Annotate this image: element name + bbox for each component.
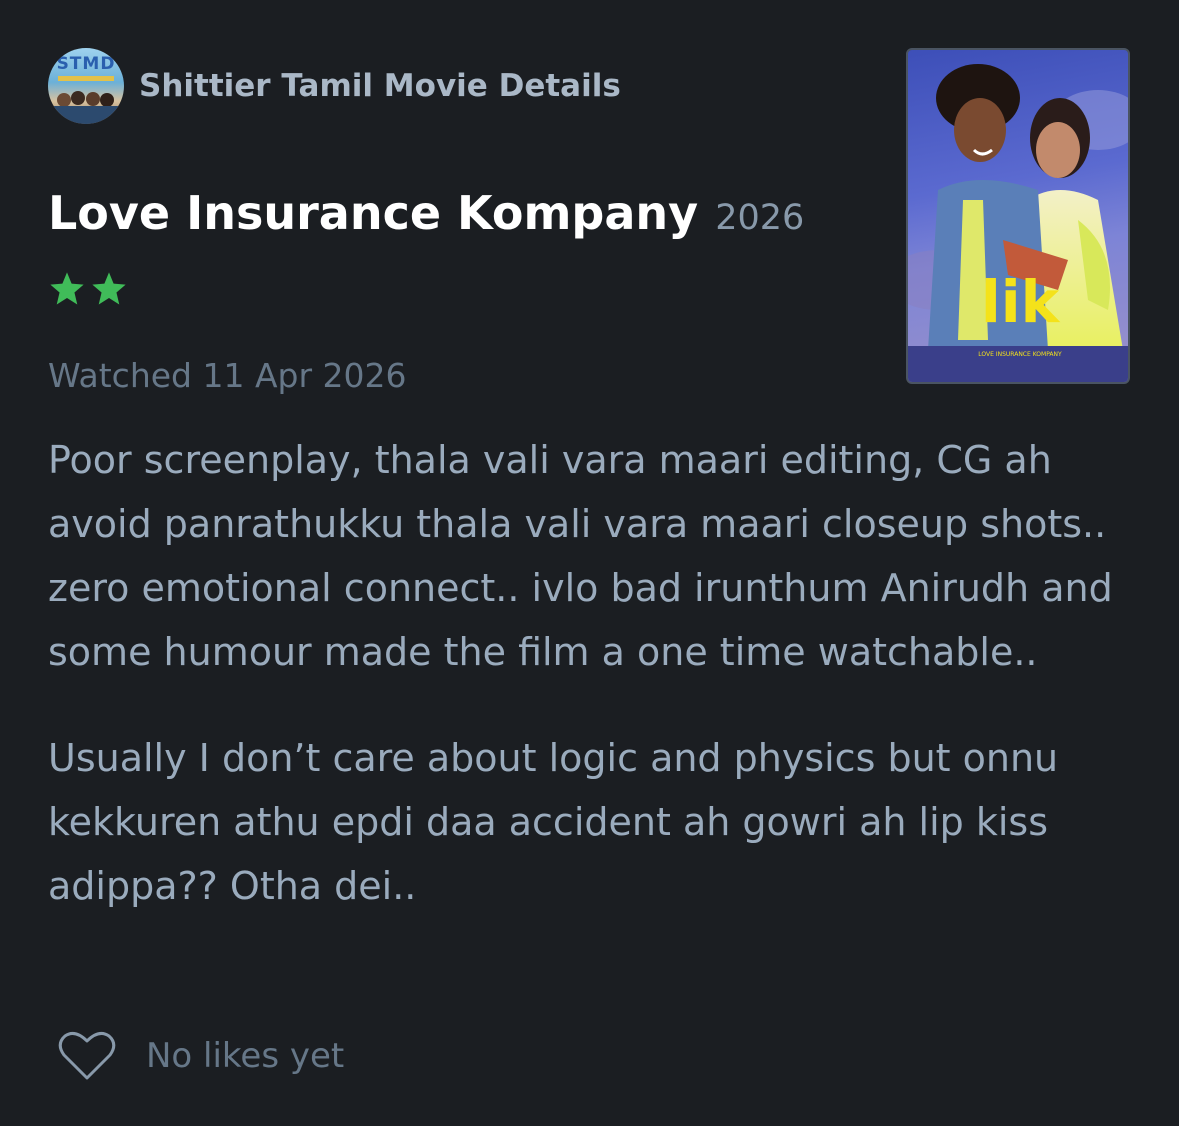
reviewer-name[interactable]: Shittier Tamil Movie Details [139,68,621,104]
heart-icon[interactable] [58,1030,116,1082]
poster-subtitle: LOVE INSURANCE KOMPANY [978,351,1062,358]
avatar-group-photo [54,76,118,124]
poster-artwork: lik LOVE INSURANCE KOMPANY [908,64,1128,382]
avatar[interactable]: STMD [48,48,124,124]
review-paragraph: Poor screenplay, thala vali vara maari e… [48,438,1113,674]
star-icon [92,272,126,305]
review-body: Poor screenplay, thala vali vara maari e… [48,428,1133,960]
review-paragraph: Usually I don’t care about logic and phy… [48,736,1059,908]
film-year[interactable]: 2026 [715,198,804,238]
film-poster[interactable]: lik LOVE INSURANCE KOMPANY [906,48,1130,384]
film-title-row[interactable]: Love Insurance Kompany 2026 [48,186,804,240]
review-card: STMD Shittier Tamil Movie Details Love I… [0,0,1179,1126]
poster-logo: lik [981,268,1061,336]
reviewer[interactable]: STMD Shittier Tamil Movie Details [48,48,621,124]
watched-date: Watched 11 Apr 2026 [48,356,407,395]
star-rating [48,270,128,308]
likes-count-text: No likes yet [146,1036,345,1076]
star-icon [50,272,84,305]
film-title[interactable]: Love Insurance Kompany [48,186,698,240]
likes[interactable]: No likes yet [58,1030,344,1082]
